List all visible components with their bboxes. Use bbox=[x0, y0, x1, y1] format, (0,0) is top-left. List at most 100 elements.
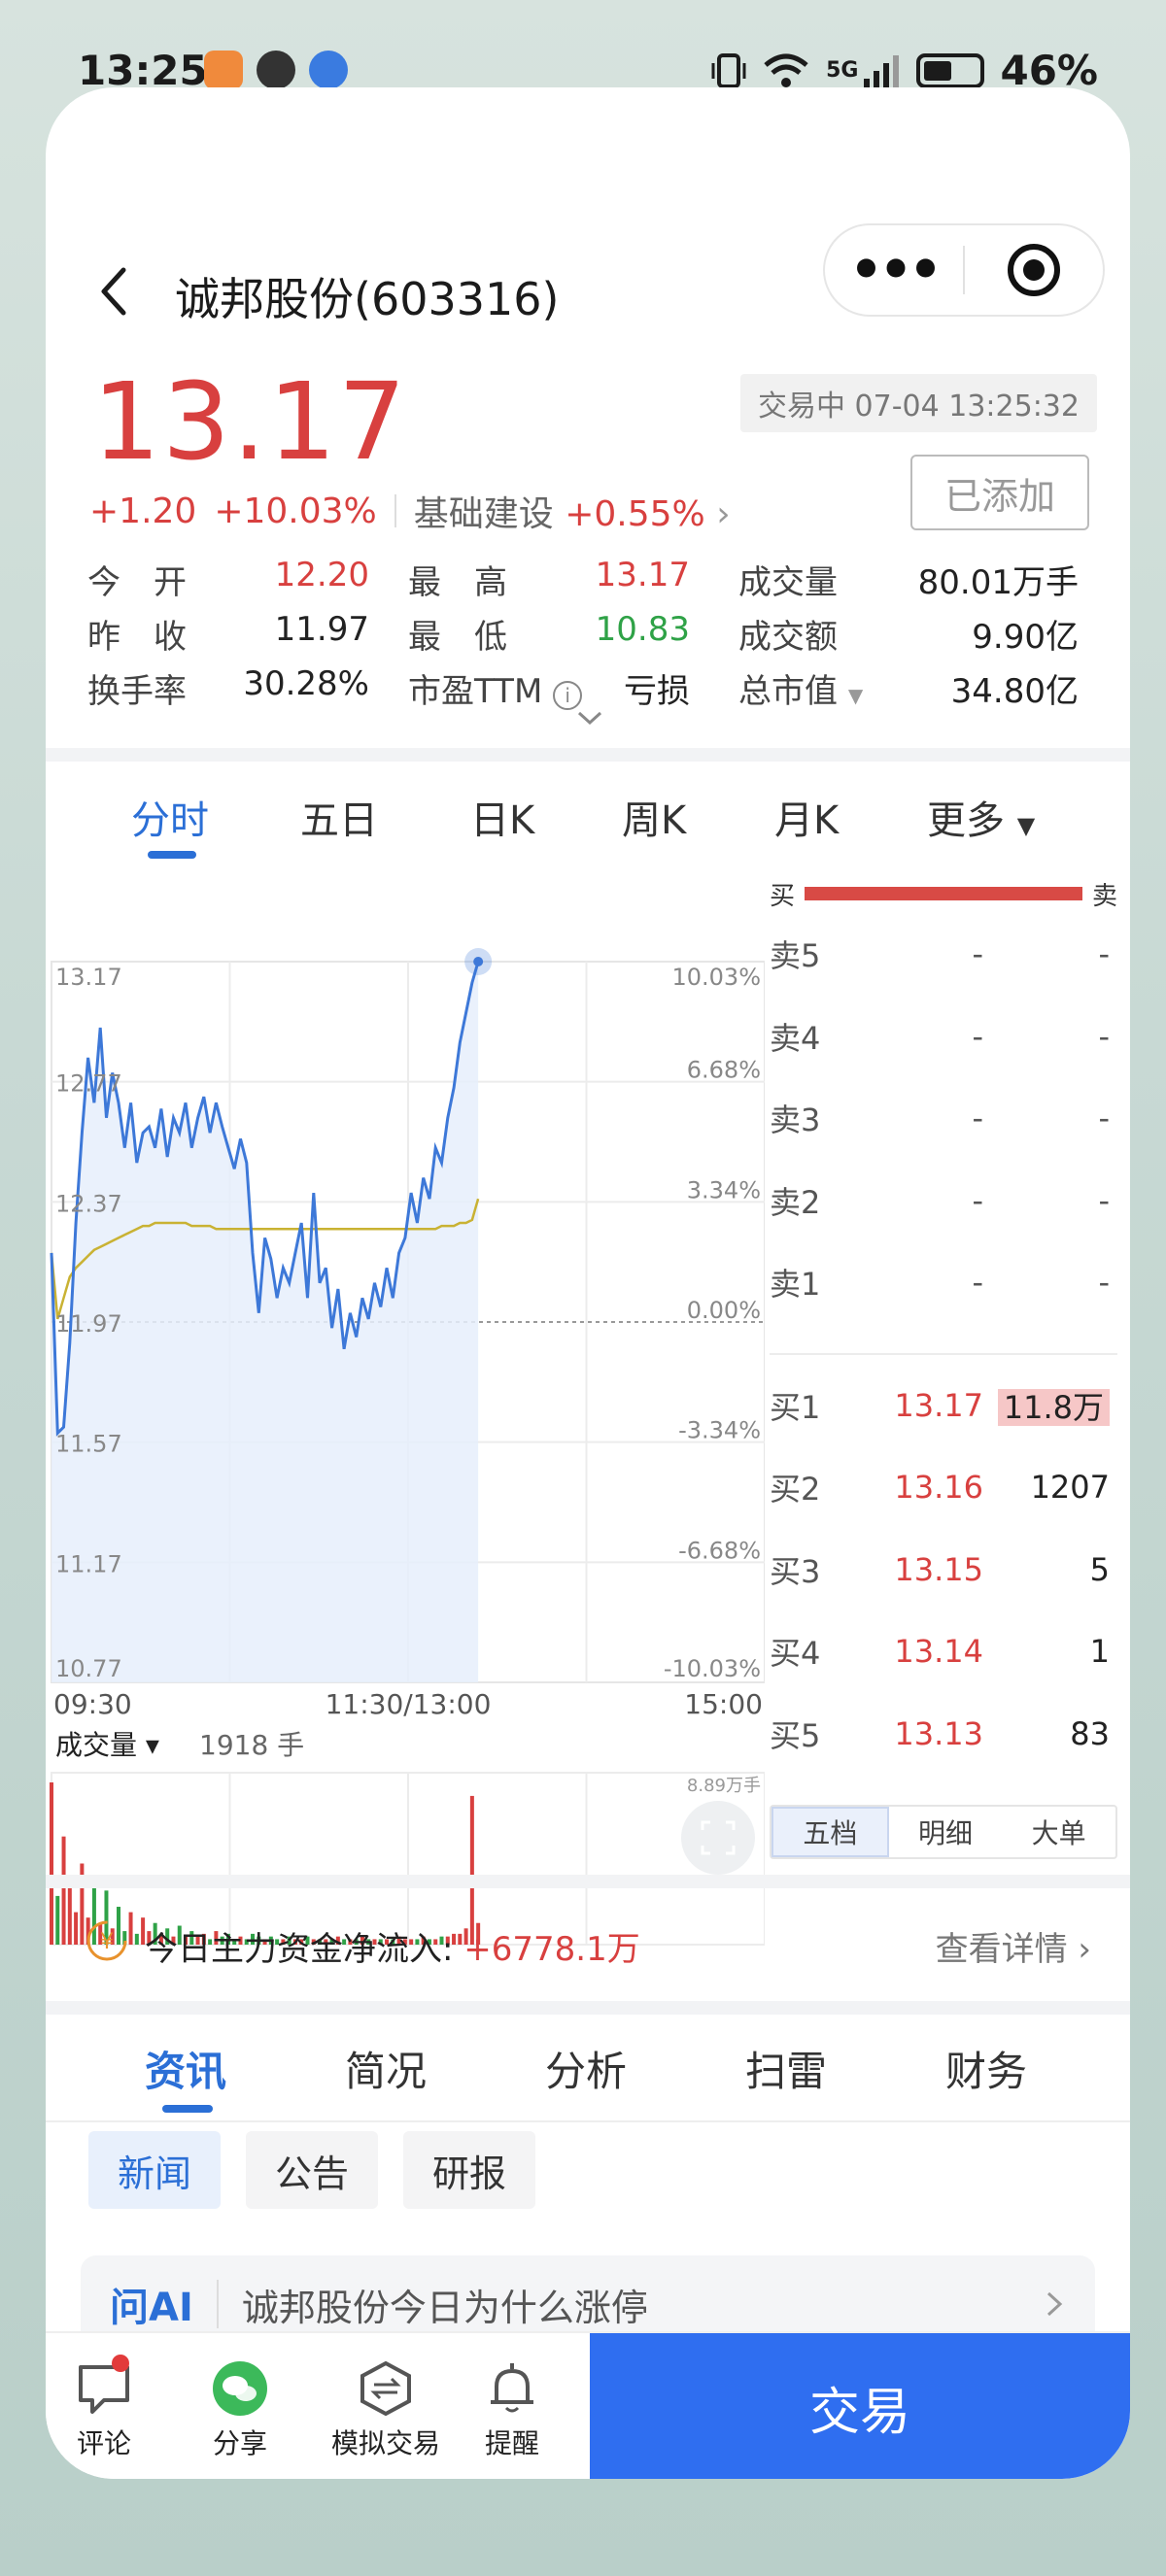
tab-intraday[interactable]: 分时 bbox=[131, 789, 209, 845]
ask-list: 卖5 - - 卖4 - - 卖3 - - 卖2 - - 卖1 - - bbox=[770, 913, 1117, 1324]
browser-notification-icon bbox=[309, 51, 348, 89]
bottom-bar: 评论 分享 模拟交易 提醒 交易 bbox=[46, 2331, 1130, 2479]
tab-risk-scan[interactable]: 扫雷 bbox=[745, 2039, 827, 2098]
y-tick-label: 13.17 bbox=[55, 964, 122, 991]
comment-button[interactable]: 评论 bbox=[46, 2355, 162, 2461]
sector-name: 基础建设 bbox=[413, 494, 554, 534]
bid-row: 买4 13.14 1 bbox=[770, 1610, 1117, 1693]
stat-label: 最 低 bbox=[408, 617, 507, 657]
ask-price: - bbox=[972, 1017, 983, 1055]
comment-label: 评论 bbox=[76, 2427, 131, 2459]
ask-qty: - bbox=[1098, 1100, 1110, 1137]
info-icon[interactable]: i bbox=[553, 680, 583, 710]
network-type: 5G bbox=[826, 58, 859, 83]
ask-level: 卖1 bbox=[770, 1266, 821, 1304]
signal-icon bbox=[864, 54, 900, 88]
dropdown-icon: ▼ bbox=[847, 683, 864, 707]
bid-row: 买1 13.17 11.8万 bbox=[770, 1365, 1117, 1447]
expand-chevron-icon[interactable] bbox=[575, 709, 604, 729]
volume-value: 1918 手 bbox=[199, 1729, 304, 1761]
page-title: 诚邦股份(603316) bbox=[175, 273, 560, 325]
stat-value: 80.01万手 bbox=[917, 562, 1079, 602]
current-price: 13.17 bbox=[92, 359, 408, 484]
share-button[interactable]: 分享 bbox=[182, 2355, 298, 2461]
more-menu-icon[interactable]: ••• bbox=[825, 241, 963, 299]
divider bbox=[46, 748, 1130, 762]
order-book-tabs: 五档 明细 大单 bbox=[770, 1805, 1117, 1859]
tab-five-day[interactable]: 五日 bbox=[300, 789, 378, 845]
order-book: 买 卖 卖5- - 卖4- - 卖3- - 卖2- - 卖1- - 买1 13.17 11.8万 买2 1… bbox=[770, 874, 1117, 1775]
tab-large-orders[interactable]: 大单 bbox=[1002, 1807, 1115, 1857]
view-details-link[interactable]: 查看详情 › bbox=[936, 1922, 1091, 1970]
fund-flow-text: 今日主力资金净流入: +6778.1万 bbox=[145, 1930, 640, 1969]
y-tick-label-pct: 6.68% bbox=[687, 1057, 761, 1084]
ask-ai-question: 诚邦股份今日为什么涨停 bbox=[241, 2286, 648, 2329]
stat-label: 换手率 bbox=[87, 671, 187, 711]
y-tick-label: 12.77 bbox=[55, 1070, 122, 1098]
bid-price: 13.13 bbox=[894, 1714, 983, 1752]
chevron-right-icon: › bbox=[716, 494, 731, 534]
tab-weekly-k[interactable]: 周K bbox=[622, 789, 686, 845]
added-watchlist-button[interactable]: 已添加 bbox=[910, 455, 1089, 530]
change-row: +1.20 +10.03% 基础建设 +0.55% › bbox=[89, 486, 731, 536]
yuan-icon: ¥ bbox=[86, 1920, 127, 1961]
divider bbox=[46, 1875, 1130, 1888]
stat-value: 30.28% bbox=[243, 663, 369, 703]
tab-financials[interactable]: 财务 bbox=[945, 2039, 1027, 2098]
ask-row: 卖4 - - bbox=[770, 996, 1117, 1078]
y-tick-label: 10.77 bbox=[55, 1655, 122, 1682]
tab-five-levels[interactable]: 五档 bbox=[772, 1807, 889, 1857]
stat-label: 昨 收 bbox=[87, 617, 187, 657]
sector-pct: +0.55% bbox=[565, 494, 705, 534]
bid-row: 买2 13.16 1207 bbox=[770, 1446, 1117, 1529]
order-book-ratio: 买 卖 bbox=[770, 874, 1117, 913]
divider bbox=[394, 494, 396, 527]
y-tick-label-pct: 10.03% bbox=[671, 964, 761, 991]
divider bbox=[770, 1352, 1117, 1355]
svg-text:¥: ¥ bbox=[100, 1930, 114, 1954]
chip-research[interactable]: 研报 bbox=[403, 2131, 536, 2209]
stat-value: 亏损 bbox=[624, 671, 690, 711]
chart-tabs: 分时 五日 日K 周K 月K 更多 ▼ bbox=[46, 767, 1130, 874]
share-label: 分享 bbox=[212, 2427, 267, 2459]
ask-ai-tag: 问AI bbox=[110, 2286, 193, 2330]
tab-details[interactable]: 明细 bbox=[889, 1807, 1003, 1857]
ask-qty: - bbox=[1098, 935, 1110, 973]
x-tick-label: 09:30 bbox=[53, 1688, 132, 1720]
tab-news-feed[interactable]: 资讯 bbox=[145, 2039, 226, 2098]
stats-row: 昨 收 11.97 最 低 10.83 成交额 9.90亿 bbox=[87, 606, 1088, 661]
tab-analysis[interactable]: 分析 bbox=[545, 2039, 627, 2098]
trade-button[interactable]: 交易 bbox=[590, 2333, 1130, 2479]
stat-label: 今 开 bbox=[87, 562, 187, 602]
tab-monthly-k[interactable]: 月K bbox=[774, 789, 839, 845]
y-tick-label: 12.37 bbox=[55, 1190, 122, 1217]
sim-trade-button[interactable]: 模拟交易 bbox=[318, 2355, 454, 2461]
sell-label: 卖 bbox=[1091, 881, 1117, 911]
stat-label[interactable]: 总市值 ▼ bbox=[738, 664, 863, 712]
chip-news[interactable]: 新闻 bbox=[88, 2131, 222, 2209]
fund-flow-row[interactable]: ¥ 今日主力资金净流入: +6778.1万 查看详情 › bbox=[46, 1889, 1130, 2001]
divider bbox=[46, 2001, 1130, 2015]
news-filter-chips: 新闻 公告 研报 bbox=[88, 2131, 536, 2209]
buy-label: 买 bbox=[770, 881, 796, 911]
bid-qty: 5 bbox=[1089, 1550, 1110, 1588]
sector-link[interactable]: 基础建设 +0.55% › bbox=[414, 486, 731, 536]
close-miniapp-icon[interactable] bbox=[965, 241, 1103, 299]
bid-list: 买1 13.17 11.8万 买2 13.16 1207 买3 13.15 5 买4 13.14 1 买… bbox=[770, 1365, 1117, 1776]
alert-label: 提醒 bbox=[484, 2427, 539, 2459]
fullscreen-button-bg bbox=[681, 1801, 755, 1875]
tab-more[interactable]: 更多 ▼ bbox=[927, 789, 1035, 845]
app-notification-icon bbox=[204, 51, 243, 89]
quote-stats: 今 开 12.20 最 高 13.17 成交量 80.01万手 昨 收 11.97 最 … bbox=[87, 552, 1088, 715]
y-tick-label-pct: -6.68% bbox=[678, 1537, 761, 1564]
bid-row: 买3 13.15 5 bbox=[770, 1529, 1117, 1611]
chip-announcements[interactable]: 公告 bbox=[246, 2131, 379, 2209]
alert-button[interactable]: 提醒 bbox=[454, 2355, 570, 2461]
back-icon[interactable] bbox=[86, 262, 145, 321]
ask-price: - bbox=[972, 1100, 983, 1137]
tab-overview[interactable]: 简况 bbox=[345, 2039, 427, 2098]
y-tick-label-pct: 0.00% bbox=[687, 1297, 761, 1324]
stat-label: 最 高 bbox=[408, 562, 507, 602]
intraday-chart[interactable]: 13.17 12.77 12.37 11.97 11.57 11.17 10.77 10.03… bbox=[46, 864, 765, 1952]
tab-daily-k[interactable]: 日K bbox=[470, 789, 534, 845]
